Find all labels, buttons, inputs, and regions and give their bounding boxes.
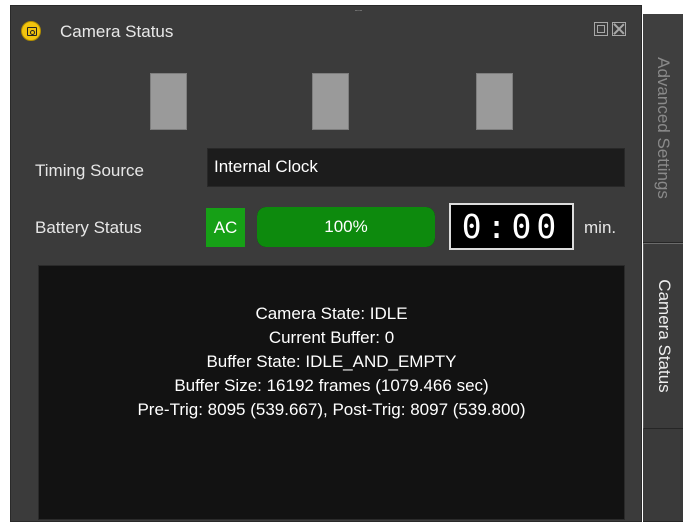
indicator-light-2 (312, 73, 349, 130)
timing-source-field[interactable]: Internal Clock (207, 148, 625, 187)
close-icon[interactable] (612, 22, 626, 36)
tab-advanced-settings[interactable]: Advanced Settings (643, 14, 683, 243)
camera-state-line: Camera State: IDLE (255, 304, 408, 323)
drag-grip[interactable]: ...... (341, 6, 375, 13)
indicator-light-1 (150, 73, 187, 130)
tab-camera-status[interactable]: Camera Status (643, 243, 683, 429)
current-buffer-line: Current Buffer: 0 (268, 328, 395, 347)
tab-advanced-settings-label: Advanced Settings (654, 57, 673, 199)
battery-percent-text: 100% (324, 217, 368, 236)
buffer-state-line: Buffer State: IDLE_AND_EMPTY (206, 352, 457, 371)
recording-timer: 0:00 (449, 203, 574, 250)
timer-unit-label: min. (584, 218, 617, 237)
buffer-size-line: Buffer Size: 16192 frames (1079.466 sec) (174, 376, 489, 395)
side-tab-bar: Advanced Settings Camera Status (643, 14, 683, 522)
indicator-light-3 (476, 73, 513, 130)
timing-source-label: Timing Source (35, 161, 144, 180)
tab-empty-slot (643, 429, 683, 522)
tab-camera-status-label: Camera Status (654, 279, 674, 393)
float-window-icon[interactable] (594, 22, 608, 36)
camera-icon (21, 21, 41, 41)
window-title: Camera Status (60, 22, 174, 41)
camera-status-panel: ...... Camera Status Timing Source Inter… (10, 5, 642, 522)
status-lines: Camera State: IDLE Current Buffer: 0 Buf… (39, 302, 624, 422)
trigger-line: Pre-Trig: 8095 (539.667), Post-Trig: 809… (137, 400, 526, 419)
battery-level-bar: 100% (257, 207, 435, 247)
camera-status-display: Camera State: IDLE Current Buffer: 0 Buf… (38, 265, 625, 520)
title-bar: Camera Status (11, 18, 643, 48)
power-source-badge: AC (206, 208, 245, 247)
battery-status-label: Battery Status (35, 218, 142, 237)
